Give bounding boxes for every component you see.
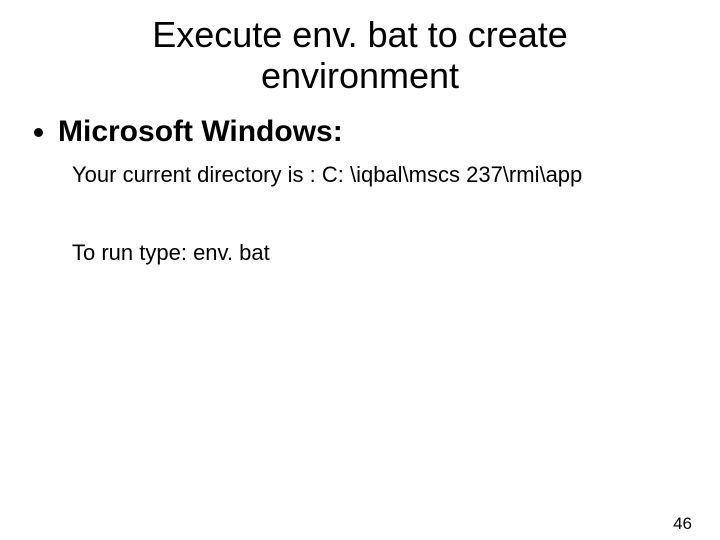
slide-body: Microsoft Windows: Your current director… xyxy=(28,115,692,268)
bullet-item-label: Microsoft Windows: xyxy=(58,115,343,148)
page-number: 46 xyxy=(673,514,692,534)
spacer xyxy=(28,189,692,227)
run-line: To run type: env. bat xyxy=(72,239,692,268)
slide-title: Execute env. bat to create environment xyxy=(60,14,660,97)
slide: Execute env. bat to create environment M… xyxy=(0,14,720,540)
bullet-item-windows: Microsoft Windows: xyxy=(58,115,692,149)
bullet-list: Microsoft Windows: xyxy=(28,115,692,149)
directory-line: Your current directory is : C: \iqbal\ms… xyxy=(72,161,692,190)
